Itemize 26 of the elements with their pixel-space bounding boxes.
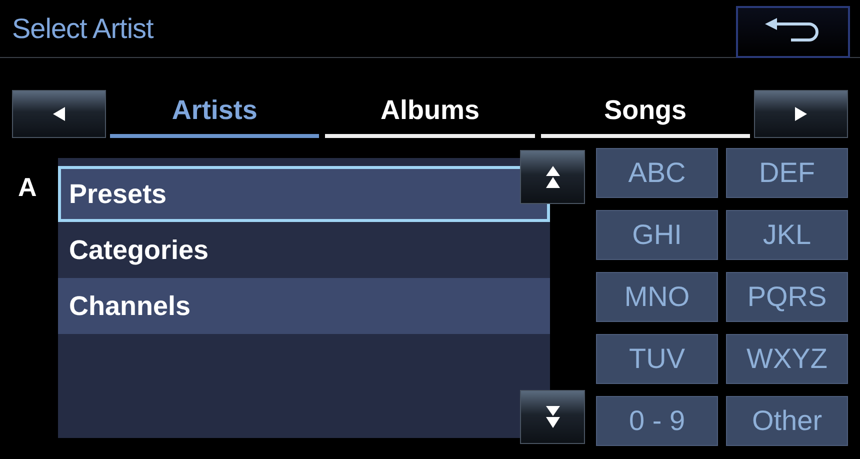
category-tab[interactable]: Artists (110, 86, 320, 138)
index-letter: A (18, 171, 38, 204)
category-tab[interactable]: Albums (325, 86, 535, 138)
scroll-down-button[interactable] (520, 390, 585, 444)
scroll-up-button[interactable] (520, 150, 585, 204)
letter-key[interactable]: Other (726, 396, 848, 446)
previous-button[interactable] (12, 90, 106, 138)
next-button[interactable] (754, 90, 848, 138)
letter-key[interactable]: JKL (726, 210, 848, 260)
screen-title: Select Artist (12, 12, 154, 46)
letter-key[interactable]: 0 - 9 (596, 396, 718, 446)
letter-key[interactable]: PQRS (726, 272, 848, 322)
letter-key[interactable]: TUV (596, 334, 718, 384)
letter-key[interactable]: ABC (596, 148, 718, 198)
scroll-up-icon (544, 165, 560, 189)
letter-key[interactable]: GHI (596, 210, 718, 260)
category-tab[interactable]: Songs (540, 86, 750, 138)
list-item[interactable]: Presets (58, 166, 550, 222)
left-arrow-icon (51, 106, 67, 122)
scroll-down-icon (544, 405, 560, 429)
list-item[interactable]: Channels (58, 278, 550, 334)
letter-key[interactable]: MNO (596, 272, 718, 322)
right-arrow-icon (793, 106, 809, 122)
letter-key[interactable]: DEF (726, 148, 848, 198)
letter-key[interactable]: WXYZ (726, 334, 848, 384)
back-button[interactable] (736, 6, 850, 58)
